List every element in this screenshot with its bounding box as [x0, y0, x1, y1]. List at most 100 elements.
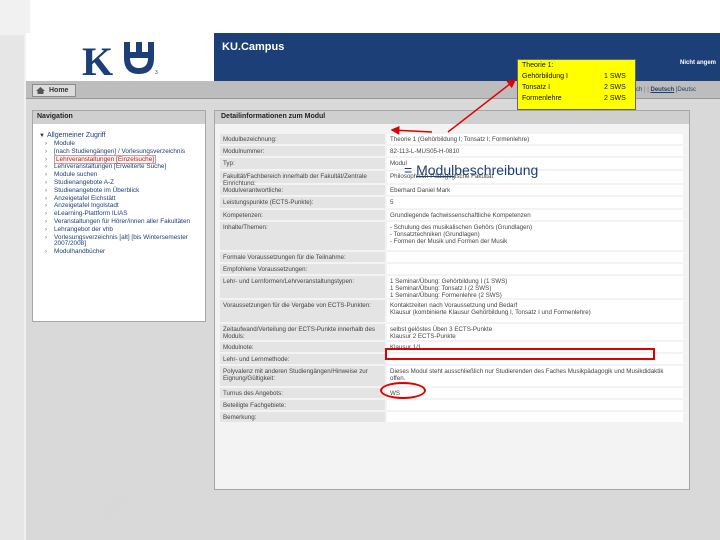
nav-item-label: Module suchen	[54, 171, 98, 179]
course-name: Gehörbildung I	[522, 73, 568, 80]
detail-row-label: Kompetenzen:	[220, 210, 385, 220]
course-sws: 1 SWS	[604, 73, 626, 80]
login-status[interactable]: Nicht angem	[680, 60, 716, 66]
course-annotation-box: Theorie 1: Gehörbildung I 1 SWS Tonsatz I 2 …	[517, 59, 636, 110]
detail-row: Kompetenzen: Grundlegende fachwissenschaf…	[215, 210, 689, 220]
detail-row-label: Formale Voraussetzungen für die Teilnahm…	[220, 252, 385, 262]
lang-link-de[interactable]: Deutsch	[650, 87, 674, 93]
course-sws: 2 SWS	[604, 84, 626, 91]
chevron-right-icon: ›	[45, 226, 47, 233]
nav-item-label: Anzeigetafel Eichstätt	[54, 194, 116, 202]
chevron-right-icon: ›	[45, 172, 47, 179]
detail-row-value: Grundlegende fachwissenschaftliche Kompe…	[387, 210, 683, 220]
annotation-label: = Modulbeschreibung	[404, 162, 538, 178]
nav-item-label: Modulhandbücher	[54, 248, 106, 256]
detail-row-label: Modulbezeichnung:	[220, 134, 385, 144]
nav-item-label: Vorlesungsverzeichnis [alt] [bis Winters…	[54, 233, 188, 248]
chevron-right-icon: ›	[45, 179, 47, 186]
navigation-title: Navigation	[33, 111, 205, 124]
detail-row-value	[387, 264, 683, 274]
detail-row: Polyvalenz mit anderen Studiengängen/Hin…	[215, 366, 689, 386]
detail-row-label: Lehr- und Lernformen/Lehrveranstaltungst…	[220, 276, 385, 298]
detail-row: Modulverantwortliche: Eberhard Daniel Mar…	[215, 185, 689, 195]
annotation-label-underlined: Modul	[416, 162, 455, 178]
detail-row: Beteiligte Fachgebiete:	[215, 400, 689, 410]
detail-row-value: Dieses Modul steht ausschließlich nur St…	[387, 366, 683, 386]
lang-link-next[interactable]: |Deutsc	[676, 87, 696, 93]
chevron-right-icon: ›	[45, 164, 47, 171]
detail-row-value: 5	[387, 197, 683, 208]
nav-item[interactable]: › Anzeigetafel Ingolstadt	[45, 202, 205, 210]
detail-row-value	[387, 400, 683, 410]
triangle-down-icon: ▼	[39, 133, 45, 139]
course-name: Tonsatz I	[522, 84, 551, 91]
detail-row: Bemerkung:	[215, 412, 689, 422]
nav-item-label: Studienangebote im Überblick	[54, 186, 140, 194]
nav-item[interactable]: › Modulhandbücher	[45, 248, 205, 256]
detail-title: Detailinformationen zum Modul	[215, 111, 689, 124]
detail-row: Modulnummer: 82-113-L-MUS05-H-0810	[215, 146, 689, 156]
detail-row: Formale Voraussetzungen für die Teilnahm…	[215, 252, 689, 262]
detail-row-value: WS	[387, 388, 683, 398]
detail-row-label: Modulnote:	[220, 342, 385, 352]
language-switch: ch | | Deutsch |Deutsc	[636, 87, 696, 93]
nav-item-label: Veranstaltungen für Hörer/innen aller Fa…	[54, 217, 191, 225]
detail-row-label: Leistungspunkte (ECTS-Punkte):	[220, 197, 385, 208]
navigation-panel: Navigation ▼ Allgemeiner Zugriff › Module ›…	[32, 110, 206, 322]
detail-row-value	[387, 412, 683, 422]
nav-item[interactable]: › Vorlesungsverzeichnis [alt] [bis Winter…	[45, 233, 205, 249]
chevron-right-icon: ›	[45, 218, 47, 225]
nav-item[interactable]: › Studienangebote A-Z	[45, 178, 205, 187]
chevron-right-icon: ›	[45, 187, 47, 194]
detail-row-label: Voraussetzungen für die Vergabe von ECTS…	[220, 300, 385, 322]
detail-row-value: 1 Seminar/Übung: Gehörbildung I (1 SWS) …	[387, 276, 683, 299]
nav-list: › Module › [nach Studiengängen] / Vorlesung…	[45, 140, 205, 257]
exam-highlight-rect	[385, 348, 655, 360]
nav-item[interactable]: › Module suchen	[45, 171, 205, 179]
nav-item[interactable]: › Veranstaltungen für Hörer/innen aller F…	[45, 217, 205, 226]
crown-icon: 3	[124, 42, 158, 76]
detail-row-value: Theorie 1 (Gehörbildung I; Tonsatz I; Fo…	[387, 134, 683, 144]
detail-row: Inhalte/Themen: - Schulung des musikalisc…	[215, 222, 689, 250]
detail-row-label: Modulverantwortliche:	[220, 185, 385, 195]
detail-row-label: Lehr- und Lernmethode:	[220, 354, 385, 364]
nav-item[interactable]: › Studienangebote im Überblick	[45, 186, 205, 195]
nav-item-label: Lehrveranstaltungen [Erweiterte Suche]	[54, 163, 167, 171]
slide: K 3 KU.Campus Nicht angem Home ch | | De…	[0, 0, 720, 540]
nav-item[interactable]: › Lehrveranstaltungen [Erweiterte Suche]	[45, 163, 205, 171]
chevron-right-icon: ›	[45, 234, 47, 241]
nav-item-label: Lehrangebot der vhb	[54, 225, 113, 233]
nav-item-label: Studienangebote A-Z	[54, 178, 115, 186]
detail-row-label: Fakultät/Fachbereich innerhalb der Fakul…	[220, 171, 385, 187]
nav-item[interactable]: › Lehrveranstaltungen [Einzelsuche]	[45, 154, 205, 164]
chevron-right-icon: ›	[45, 148, 47, 155]
house-icon	[36, 87, 45, 94]
nav-item-label: Module	[54, 140, 75, 147]
header-banner	[214, 33, 720, 81]
detail-row-value: Eberhard Daniel Mark	[387, 185, 683, 195]
detail-row-label: Turnus des Angebots:	[220, 388, 385, 398]
grade-highlight-ellipse	[380, 382, 426, 399]
chevron-right-icon: ›	[45, 249, 47, 256]
nav-item[interactable]: › Anzeigetafel Eichstätt	[45, 194, 205, 203]
detail-row-label: Bemerkung:	[220, 412, 385, 422]
course-sws: 2 SWS	[604, 95, 626, 102]
detail-row-value: - Schulung des musikalischen Gehörs (Gru…	[387, 222, 683, 250]
chevron-right-icon: ›	[45, 141, 47, 147]
detail-row-value: 82-113-L-MUS05-H-0810	[387, 146, 683, 156]
detail-row: Leistungspunkte (ECTS-Punkte): 5	[215, 197, 689, 208]
detail-row: Turnus des Angebots: WS	[215, 388, 689, 398]
lang-separator: | |	[644, 87, 649, 93]
slide-side-bar	[0, 35, 24, 540]
nav-item-label: [nach Studiengängen] / Vorlesungsverzeic…	[54, 147, 186, 155]
detail-row-value: selbst gelöstes Üben 3 ECTS-Punkte Klaus…	[387, 324, 683, 340]
detail-row-value: Kontaktzeiten nach Voraussetzung und Bed…	[387, 300, 683, 322]
nav-root-item[interactable]: ▼ Allgemeiner Zugriff	[39, 132, 106, 139]
nav-item[interactable]: › Module	[45, 140, 205, 148]
chevron-right-icon: ›	[45, 156, 47, 163]
chevron-right-icon: ›	[45, 211, 47, 218]
detail-row: Modulbezeichnung: Theorie 1 (Gehörbildung…	[215, 134, 689, 144]
nav-item[interactable]: › Lehrangebot der vhb	[45, 225, 205, 234]
nav-item[interactable]: › eLearning-Plattform ILIAS	[45, 210, 205, 218]
detail-row-label: Empfohlene Voraussetzungen:	[220, 264, 385, 274]
